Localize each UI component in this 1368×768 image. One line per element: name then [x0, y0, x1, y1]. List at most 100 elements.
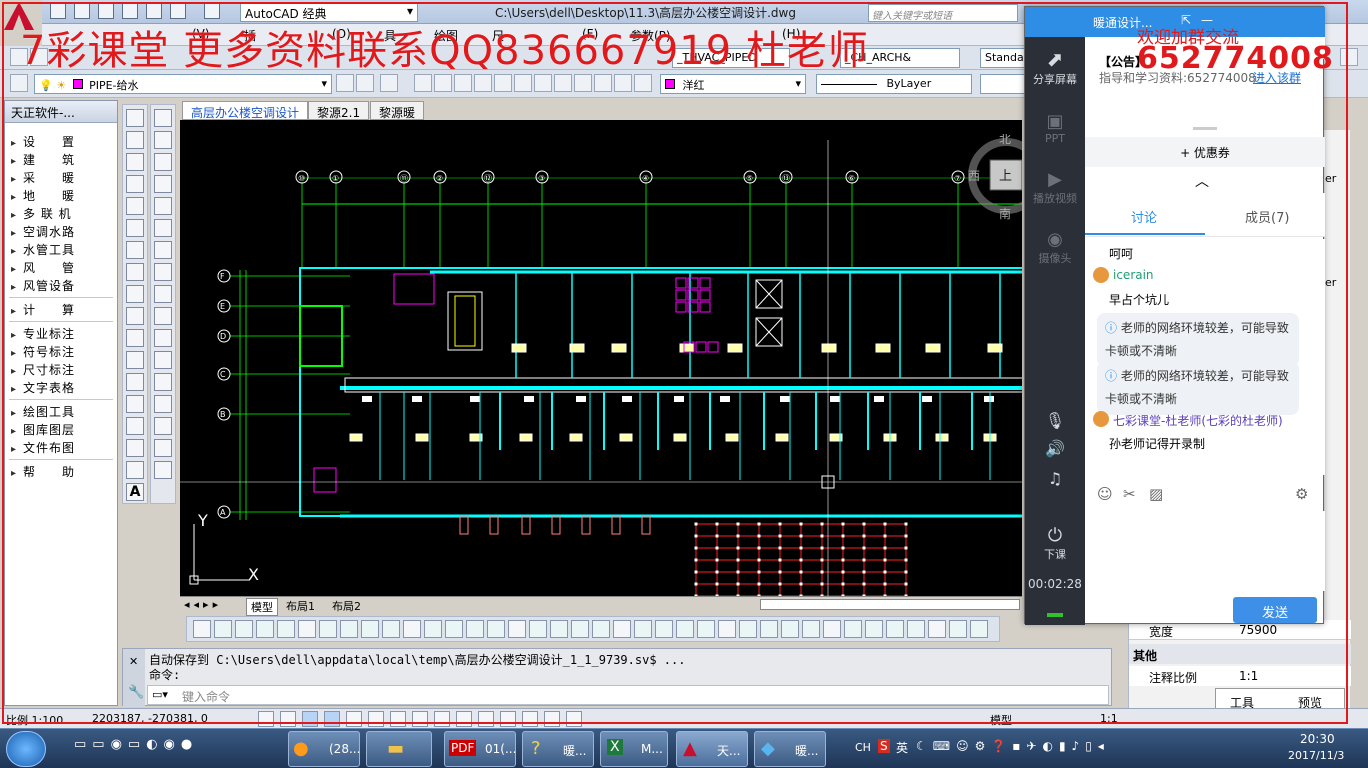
layer-tool-icon[interactable] — [474, 74, 492, 92]
taskbar-item[interactable]: ▬ — [366, 731, 432, 767]
rectangle-tool-icon[interactable] — [126, 197, 144, 215]
microphone-icon[interactable]: 🎙 — [1025, 411, 1085, 430]
drafting-toggle-icon[interactable] — [302, 711, 318, 727]
tab-members[interactable]: 成员(7) — [1245, 207, 1289, 226]
chamfer-tool-icon[interactable] — [154, 395, 172, 413]
wrench-icon[interactable]: 🔧 — [128, 685, 144, 700]
ppt-button[interactable]: ▣ PPT — [1025, 111, 1085, 145]
tangent-tool-icon[interactable] — [382, 620, 400, 638]
emoji-icon[interactable]: ☺ — [1097, 485, 1113, 503]
polygon-tool-icon[interactable] — [126, 175, 144, 193]
layer-state-icon[interactable] — [380, 74, 398, 92]
drafting-toggle-icon[interactable] — [500, 711, 516, 727]
layer-tool-icon[interactable] — [434, 74, 452, 92]
search-input[interactable]: 键入关键字或短语 — [868, 4, 1018, 22]
tab-model[interactable]: 模型 — [246, 598, 278, 616]
layer-tool-icon[interactable] — [614, 74, 632, 92]
drafting-toggle-icon[interactable] — [368, 711, 384, 727]
viewcube[interactable]: 上 北 南 西 — [966, 132, 1022, 224]
drafting-toggle-icon[interactable] — [434, 711, 450, 727]
layer-tool-icon[interactable] — [594, 74, 612, 92]
side-menu-item[interactable]: 设 置 — [11, 133, 75, 151]
tangent-tool-icon[interactable] — [802, 620, 820, 638]
drafting-toggle-icon[interactable] — [412, 711, 428, 727]
speaker-icon[interactable]: 🔊 — [1025, 439, 1085, 458]
taskbar-item[interactable]: ? 暖... — [522, 731, 594, 767]
layer-tool-icon[interactable] — [534, 74, 552, 92]
tangent-tool-icon[interactable] — [739, 620, 757, 638]
tangent-tool-icon[interactable] — [844, 620, 862, 638]
tab-document[interactable]: 黎源暖 — [370, 101, 425, 120]
camera-button[interactable]: ◉ 摄像头 — [1025, 229, 1085, 266]
ime-indicator[interactable]: CH — [855, 741, 871, 754]
insert-block-icon[interactable] — [126, 351, 144, 369]
tangent-tool-icon[interactable] — [970, 620, 988, 638]
save-icon[interactable] — [98, 3, 114, 19]
linetype-dropdown[interactable]: ByLayer — [816, 74, 972, 94]
circle-tool-icon[interactable] — [126, 241, 144, 259]
fillet-tool-icon[interactable] — [154, 417, 172, 435]
lineweight-dropdown[interactable] — [980, 74, 1026, 94]
scale-indicator[interactable]: 比例 1:100 — [6, 712, 63, 728]
tangent-tool-icon[interactable] — [676, 620, 694, 638]
tangent-tool-icon[interactable] — [907, 620, 925, 638]
scale-tool-icon[interactable] — [154, 263, 172, 281]
side-menu-item[interactable]: 采 暖 — [11, 169, 75, 187]
side-menu-item[interactable]: 图库图层 — [11, 421, 75, 439]
tangent-tool-icon[interactable] — [613, 620, 631, 638]
erase-tool-icon[interactable] — [154, 109, 172, 127]
tangent-tool-icon[interactable] — [571, 620, 589, 638]
side-menu-item[interactable]: 风管设备 — [11, 277, 75, 295]
drafting-toggle-icon[interactable] — [390, 711, 406, 727]
array-tool-icon[interactable] — [154, 197, 172, 215]
rotate-tool-icon[interactable] — [154, 241, 172, 259]
chat-input[interactable] — [1085, 511, 1325, 591]
point-tool-icon[interactable] — [126, 395, 144, 413]
side-menu-item[interactable]: 建 筑 — [11, 151, 75, 169]
revcloud-tool-icon[interactable] — [126, 263, 144, 281]
music-icon[interactable]: ♫ — [1025, 469, 1085, 488]
side-menu-item[interactable]: 文字表格 — [11, 379, 75, 397]
redo-icon[interactable] — [204, 3, 220, 19]
drafting-toggle-icon[interactable] — [566, 711, 582, 727]
xline-tool-icon[interactable] — [126, 131, 144, 149]
tangent-tool-icon[interactable] — [529, 620, 547, 638]
tangent-tool-icon[interactable] — [193, 620, 211, 638]
tangent-tool-icon[interactable] — [550, 620, 568, 638]
tangent-tool-icon[interactable] — [928, 620, 946, 638]
property-row[interactable]: 注释比例 1:1 — [1129, 666, 1351, 686]
drawing-canvas[interactable]: ⑩①⑪②⑫③④⑤⑬⑥⑦ FEDCBA Y X 上 北 南 西 — [180, 120, 1022, 596]
drafting-toggle-icon[interactable] — [544, 711, 560, 727]
drafting-toggle-icon[interactable] — [456, 711, 472, 727]
ellipse-tool-icon[interactable] — [126, 307, 144, 325]
tangent-tool-icon[interactable] — [697, 620, 715, 638]
tangent-tool-icon[interactable] — [781, 620, 799, 638]
tangent-tool-icon[interactable] — [760, 620, 778, 638]
layer-tool-icon[interactable] — [494, 74, 512, 92]
new-file-icon[interactable] — [50, 3, 66, 19]
drafting-toggle-icon[interactable] — [280, 711, 296, 727]
coupon-button[interactable]: + 优惠券 — [1085, 137, 1325, 167]
tangent-tool-icon[interactable] — [634, 620, 652, 638]
tab-discussion[interactable]: 讨论 — [1131, 207, 1157, 226]
layer-tool-icon[interactable] — [514, 74, 532, 92]
arc-tool-icon[interactable] — [126, 219, 144, 237]
side-menu-item[interactable]: 计 算 — [11, 301, 75, 319]
tangent-tool-icon[interactable] — [361, 620, 379, 638]
tab-nav-arrows-icon[interactable]: ◂◂▸▸ — [184, 598, 222, 611]
join-tool-icon[interactable] — [154, 373, 172, 391]
side-menu-item[interactable]: 风 管 — [11, 259, 75, 277]
move-tool-icon[interactable] — [154, 219, 172, 237]
tab-document[interactable]: 高层办公楼空调设计 — [182, 101, 309, 120]
side-menu-item[interactable]: 文件布图 — [11, 439, 75, 457]
tangent-tool-icon[interactable] — [403, 620, 421, 638]
trim-tool-icon[interactable] — [154, 307, 172, 325]
make-current-icon[interactable] — [336, 74, 354, 92]
tangent-tool-icon[interactable] — [487, 620, 505, 638]
layer-tool-icon[interactable] — [454, 74, 472, 92]
command-input[interactable]: ▭▾ 键入命令 — [147, 685, 1109, 705]
annotation-scale[interactable]: 1:1 — [1100, 712, 1118, 725]
tangent-tool-icon[interactable] — [949, 620, 967, 638]
taskbar-item[interactable]: ◆ 暖... — [754, 731, 826, 767]
tray-icons[interactable]: ☾⌨☺⚙❓▪✈◐▮♪▯◂ — [916, 739, 1110, 753]
